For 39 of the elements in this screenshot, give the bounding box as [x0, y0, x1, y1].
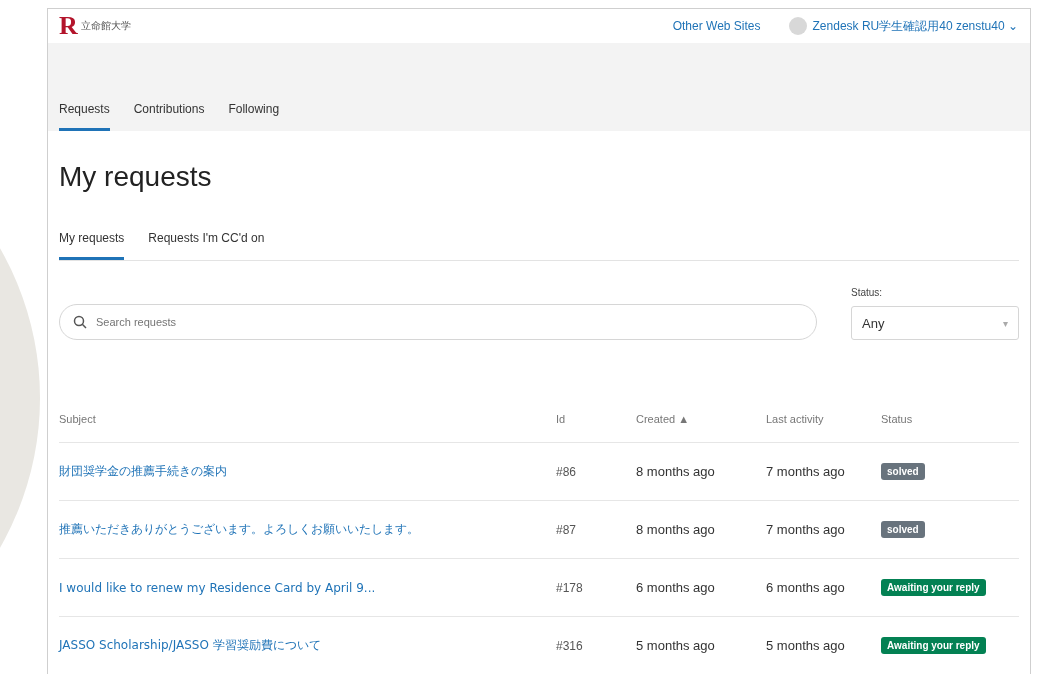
created-date: 8 months ago — [636, 464, 716, 479]
tab[interactable]: My requests — [59, 231, 125, 260]
request-subject-link[interactable]: I would like to renew my Residence Card by April 9... — [59, 580, 556, 595]
last-activity-date: 7 months ago — [766, 464, 846, 479]
request-id: #316 — [556, 638, 584, 653]
request-id: #86 — [556, 464, 578, 479]
search-field[interactable]: Search requests — [59, 304, 817, 340]
user-menu[interactable]: Zendesk RU学生確認用40 zenstu40 ⌄ — [788, 17, 1018, 35]
status-badge: solved — [881, 521, 925, 538]
status-badge: solved — [881, 463, 925, 480]
column-header[interactable]: Last activity — [766, 413, 881, 425]
request-id: #87 — [556, 522, 578, 537]
request-id: #178 — [556, 580, 584, 595]
status-dropdown[interactable]: Any ▾ — [851, 306, 1019, 340]
avatar-icon — [788, 17, 807, 35]
request-subject-link[interactable]: JASSO Scholarship/JASSO 学習奨励費について — [59, 637, 556, 654]
header-link[interactable]: Other Web Sites — [672, 19, 761, 33]
column-header[interactable]: Created ▲ — [636, 413, 766, 425]
last-activity-date: 7 months ago — [766, 522, 846, 537]
column-header[interactable]: Status — [881, 413, 1019, 425]
status-label: Status: — [851, 287, 884, 298]
status-badge: Awaiting your reply — [881, 579, 986, 596]
tab[interactable]: Requests I'm CC'd on — [148, 231, 265, 260]
tab[interactable]: Contributions — [133, 102, 205, 131]
request-subject-link[interactable]: 推薦いただきありがとうございます。よろしくお願いいたします。 — [59, 521, 556, 538]
last-activity-date: 5 months ago — [766, 638, 846, 653]
logo-letter[interactable]: R — [59, 13, 78, 39]
column-header[interactable]: Subject — [59, 413, 556, 425]
created-date: 8 months ago — [636, 522, 716, 537]
tab[interactable]: Requests — [59, 102, 110, 131]
tab[interactable]: Following — [228, 102, 280, 131]
column-header[interactable]: Id — [556, 413, 636, 425]
logo-text: 立命館大学 — [80, 19, 131, 33]
status-badge: Awaiting your reply — [881, 637, 986, 654]
page-title: My requests — [59, 161, 213, 193]
created-date: 5 months ago — [636, 638, 716, 653]
request-subject-link[interactable]: 財団奨学金の推薦手続きの案内 — [59, 463, 556, 480]
last-activity-date: 6 months ago — [766, 580, 846, 595]
created-date: 6 months ago — [636, 580, 716, 595]
